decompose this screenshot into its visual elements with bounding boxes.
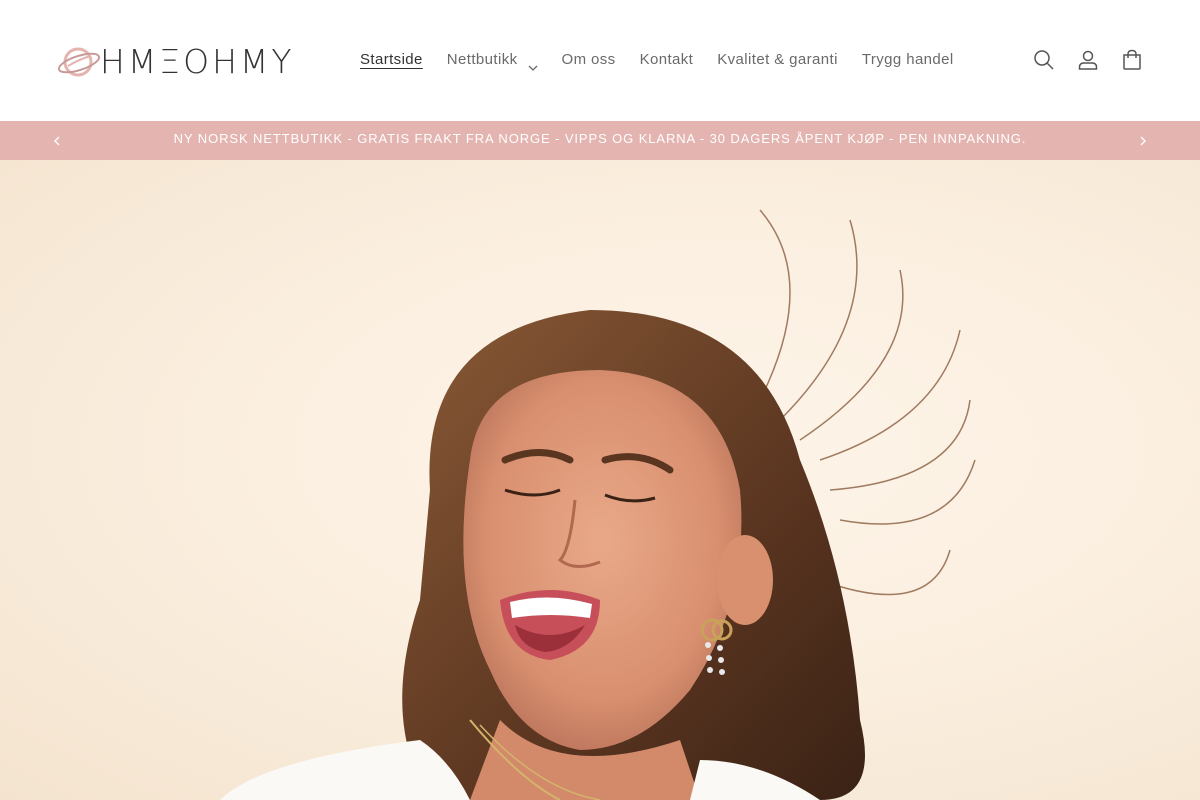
announcement-bar: NY NORSK NETTBUTIKK - GRATIS FRAKT FRA N… <box>0 121 1200 160</box>
chevron-down-icon <box>528 55 538 71</box>
header-icons <box>1022 38 1154 82</box>
hero-image <box>0 160 1200 800</box>
planet-icon <box>56 42 104 82</box>
search-icon[interactable] <box>1022 38 1066 82</box>
nav-item-kvalitet-garanti[interactable]: Kvalitet & garanti <box>705 46 850 74</box>
main-nav: Startside Nettbutikk Om oss Kontakt Kval… <box>348 46 966 74</box>
hero-photo <box>220 209 976 800</box>
nav-item-startside[interactable]: Startside <box>348 46 435 74</box>
cart-icon[interactable] <box>1110 38 1154 82</box>
nav-item-label: Nettbutikk <box>446 51 518 68</box>
account-icon[interactable] <box>1066 38 1110 82</box>
announcement-text: NY NORSK NETTBUTIKK - GRATIS FRAKT FRA N… <box>173 131 1027 146</box>
nav-item-kontakt[interactable]: Kontakt <box>628 46 706 74</box>
logo[interactable]: HMΞOHMY <box>56 42 295 82</box>
chevron-left-icon[interactable] <box>45 129 69 153</box>
site-header: HMΞOHMY Startside Nettbutikk Om oss Kont… <box>0 0 1200 121</box>
nav-item-trygg-handel[interactable]: Trygg handel <box>850 46 966 74</box>
nav-item-om-oss[interactable]: Om oss <box>550 46 628 74</box>
logo-text: HMΞOHMY <box>100 42 295 81</box>
chevron-right-icon[interactable] <box>1131 129 1155 153</box>
nav-item-nettbutikk[interactable]: Nettbutikk <box>435 46 550 74</box>
